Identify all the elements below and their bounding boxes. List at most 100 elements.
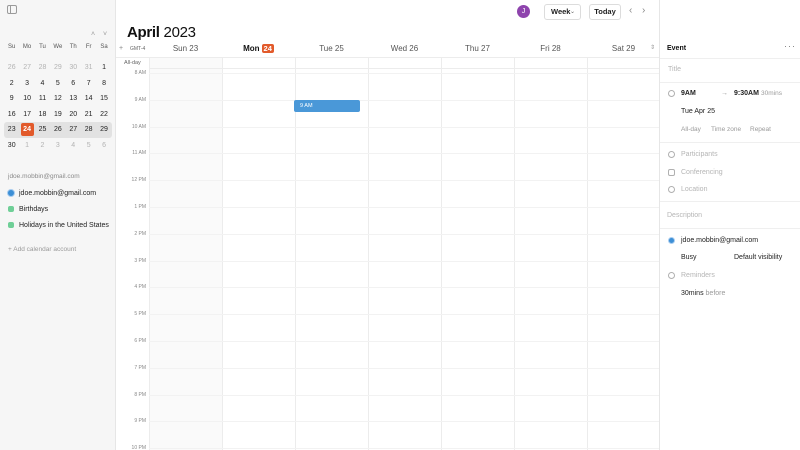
mini-calendar-day[interactable]: 8 xyxy=(96,76,111,92)
mini-calendar-day[interactable]: 24 xyxy=(19,122,34,138)
location-input[interactable]: Location xyxy=(681,186,707,193)
day-header-label: Sat 29 xyxy=(611,44,636,53)
event-date[interactable]: Tue Apr 25 xyxy=(681,108,715,115)
mini-calendar-day[interactable]: 6 xyxy=(96,138,111,154)
hour-label: 5 PM xyxy=(134,311,146,318)
start-time[interactable]: 9AM xyxy=(681,90,696,97)
more-options-icon[interactable]: ··· xyxy=(784,41,796,51)
mini-calendar-day[interactable]: 6 xyxy=(66,76,81,92)
event-panel: Event ··· Title 9AM → 9:30AM 30mins Tue … xyxy=(659,0,800,450)
calendar-item-holidays[interactable]: Holidays in the United States xyxy=(8,219,109,231)
add-timezone-button[interactable]: + xyxy=(119,45,123,52)
hour-gridline xyxy=(149,394,659,396)
day-header[interactable]: Fri 28 xyxy=(514,44,587,53)
calendar-checkbox[interactable] xyxy=(8,222,14,228)
mini-calendar-day[interactable]: 1 xyxy=(19,138,34,154)
mini-calendar-day[interactable]: 4 xyxy=(66,138,81,154)
mini-calendar-day[interactable]: 14 xyxy=(81,91,96,107)
repeat-button[interactable]: Repeat xyxy=(750,126,771,133)
weekend-shade xyxy=(149,58,222,450)
mini-calendar-day[interactable]: 3 xyxy=(50,138,65,154)
day-column-divider xyxy=(295,58,296,450)
mini-calendar-day[interactable]: 20 xyxy=(66,107,81,123)
hour-label: 8 PM xyxy=(134,391,146,398)
hour-gridline xyxy=(149,126,659,128)
view-select-button[interactable]: Week ⌄ xyxy=(544,4,581,20)
reminder-value[interactable]: 30mins before xyxy=(681,290,725,297)
day-header[interactable]: Thu 27 xyxy=(441,44,514,53)
day-header[interactable]: Sun 23 xyxy=(149,44,222,53)
day-header[interactable]: Wed 26 xyxy=(368,44,441,53)
mini-calendar-day[interactable]: 28 xyxy=(35,60,50,76)
day-header[interactable]: Sat 29 xyxy=(587,44,660,53)
mini-calendar-day[interactable]: 19 xyxy=(50,107,65,123)
hour-gridline xyxy=(149,73,659,74)
mini-calendar-day[interactable]: 29 xyxy=(96,122,111,138)
end-time[interactable]: 9:30AM xyxy=(734,90,759,97)
event-calendar[interactable]: jdoe.mobbin@gmail.com xyxy=(681,237,758,244)
participants-input[interactable]: Participants xyxy=(681,151,718,158)
mini-calendar-day[interactable]: 4 xyxy=(35,76,50,92)
mini-calendar-day[interactable]: 26 xyxy=(4,60,19,76)
day-header[interactable]: Mon 24 xyxy=(222,44,295,53)
mini-calendar-day[interactable]: 27 xyxy=(19,60,34,76)
today-badge: 24 xyxy=(261,44,274,53)
mini-calendar-day[interactable]: 2 xyxy=(35,138,50,154)
mini-calendar-prev-icon[interactable]: ˄ xyxy=(91,31,95,38)
divider xyxy=(660,142,800,143)
mini-calendar-day[interactable]: 31 xyxy=(81,60,96,76)
mini-calendar-day[interactable]: 9 xyxy=(4,91,19,107)
calendar-item-birthdays[interactable]: Birthdays xyxy=(8,203,48,215)
mini-calendar-day[interactable]: 23 xyxy=(4,122,19,138)
chevron-left-icon[interactable]: ‹ xyxy=(629,5,632,16)
mini-calendar-day[interactable]: 22 xyxy=(96,107,111,123)
mini-calendar-day[interactable]: 12 xyxy=(50,91,65,107)
conferencing-input[interactable]: Conferencing xyxy=(681,169,723,176)
mini-calendar-day[interactable]: 27 xyxy=(66,122,81,138)
calendar-event[interactable]: 9 AM xyxy=(294,100,360,112)
availability-select[interactable]: Busy xyxy=(681,254,697,261)
mini-calendar-day[interactable]: 18 xyxy=(35,107,50,123)
today-button[interactable]: Today xyxy=(589,4,621,20)
mini-calendar-day[interactable]: 5 xyxy=(50,76,65,92)
mini-calendar-day[interactable]: 2 xyxy=(4,76,19,92)
description-input[interactable]: Description xyxy=(667,212,702,219)
mini-calendar-day[interactable]: 13 xyxy=(66,91,81,107)
mini-calendar-day[interactable]: 5 xyxy=(81,138,96,154)
mini-calendar-day[interactable]: 25 xyxy=(35,122,50,138)
mini-calendar-day[interactable]: 26 xyxy=(50,122,65,138)
mini-calendar-day[interactable]: 16 xyxy=(4,107,19,123)
mini-calendar-day[interactable]: 3 xyxy=(19,76,34,92)
mini-calendar-day[interactable]: 30 xyxy=(66,60,81,76)
calendar-checkbox[interactable] xyxy=(8,206,14,212)
mini-calendar-next-icon[interactable]: ˅ xyxy=(103,31,107,38)
day-header[interactable]: Tue 25 xyxy=(295,44,368,53)
mini-calendar-day[interactable]: 7 xyxy=(81,76,96,92)
chevron-right-icon[interactable]: › xyxy=(642,5,645,16)
divider xyxy=(660,201,800,202)
mini-calendar-day[interactable]: 15 xyxy=(96,91,111,107)
mini-calendar-day[interactable]: 11 xyxy=(35,91,50,107)
visibility-select[interactable]: Default visibility xyxy=(734,254,782,261)
month-label: April xyxy=(127,24,160,41)
add-calendar-account-button[interactable]: + Add calendar account xyxy=(8,246,76,253)
mini-calendar-day[interactable]: 29 xyxy=(50,60,65,76)
calendar-color-dot[interactable] xyxy=(7,189,15,197)
time-zone-button[interactable]: Time zone xyxy=(711,126,741,133)
sidebar-toggle-icon[interactable] xyxy=(7,5,17,14)
year-label: 2023 xyxy=(163,24,196,41)
avatar[interactable]: J xyxy=(517,5,530,18)
hour-label: 3 PM xyxy=(134,257,146,264)
mini-calendar-day[interactable]: 28 xyxy=(81,122,96,138)
mini-calendar-day[interactable]: 17 xyxy=(19,107,34,123)
mini-calendar-day[interactable]: 1 xyxy=(96,60,111,76)
all-day-divider xyxy=(149,68,659,69)
event-title-input[interactable]: Title xyxy=(668,66,681,73)
week-grid[interactable] xyxy=(149,58,661,450)
calendar-item-primary[interactable]: jdoe.mobbin@gmail.com xyxy=(7,187,96,199)
mini-calendar-day[interactable]: 21 xyxy=(81,107,96,123)
weekday-label: Tu xyxy=(39,44,46,50)
all-day-toggle[interactable]: All-day xyxy=(681,126,701,133)
mini-calendar-day[interactable]: 30 xyxy=(4,138,19,154)
mini-calendar-day[interactable]: 10 xyxy=(19,91,34,107)
